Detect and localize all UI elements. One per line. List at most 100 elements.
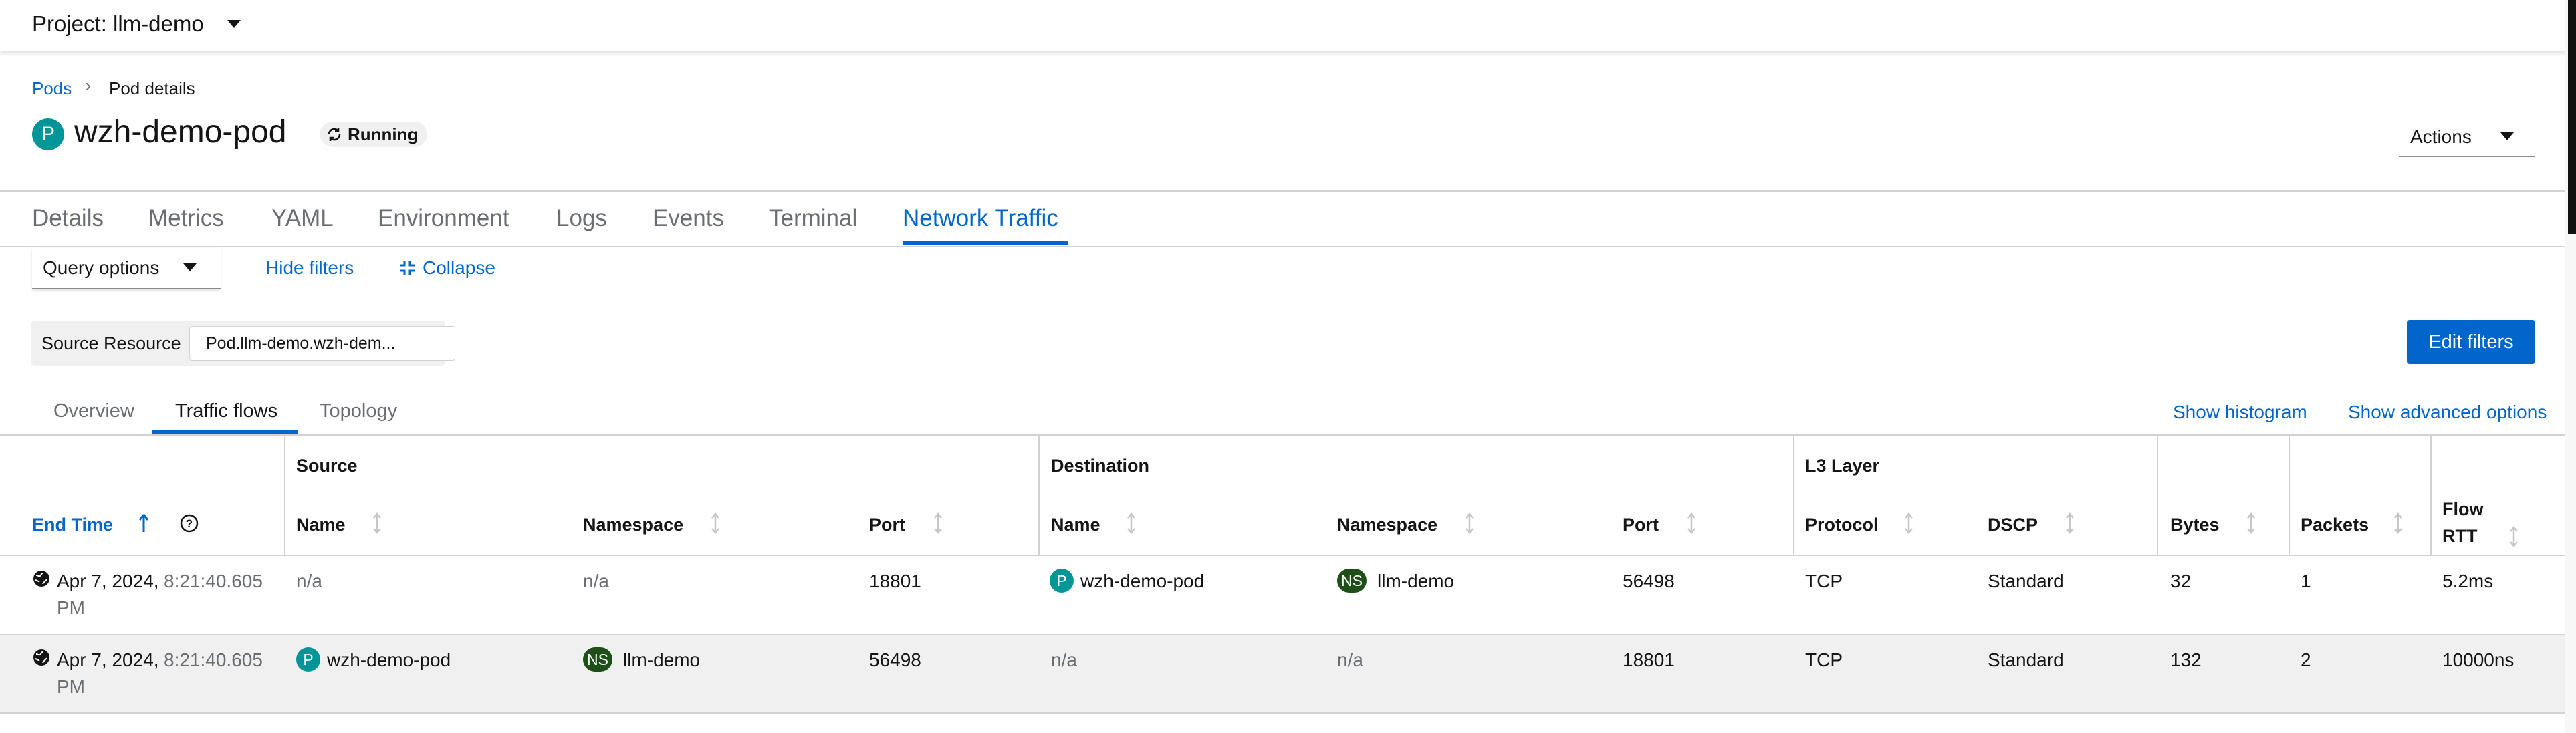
header-divider	[0, 190, 2565, 192]
tab-network-traffic[interactable]: Network Traffic	[903, 205, 1058, 232]
column-header-flow-rtt-line1[interactable]: Flow	[2442, 499, 2484, 520]
breadcrumb-chevron-icon: ›	[85, 75, 92, 96]
sort-icon[interactable]	[2509, 525, 2519, 548]
subtab-topology[interactable]: Topology	[320, 400, 397, 422]
query-options-label: Query options	[43, 257, 160, 278]
tab-terminal[interactable]: Terminal	[769, 205, 857, 232]
cell-end-time-ampm: PM	[57, 676, 85, 697]
globe-icon	[33, 571, 49, 587]
help-icon[interactable]: ?	[179, 513, 199, 533]
sort-icon[interactable]	[711, 512, 720, 535]
edit-filters-label: Edit filters	[2428, 331, 2514, 353]
column-header-flow-rtt-line2[interactable]: RTT	[2442, 526, 2477, 547]
breadcrumb-pods-link[interactable]: Pods	[32, 78, 72, 99]
cell-source-port: 56498	[869, 649, 921, 670]
tab-metrics[interactable]: Metrics	[148, 205, 224, 232]
sort-ascending-icon[interactable]	[138, 512, 150, 535]
cell-source-name: n/a	[296, 571, 322, 591]
pod-resource-badge: P	[32, 118, 64, 150]
table-row[interactable]	[0, 556, 2565, 635]
column-header-packets[interactable]: Packets	[2301, 515, 2369, 535]
pod-badge: P	[296, 647, 320, 672]
actions-label: Actions	[2410, 126, 2472, 147]
tab-details[interactable]: Details	[32, 205, 104, 232]
edit-filters-button[interactable]: Edit filters	[2407, 320, 2535, 364]
project-selector-label[interactable]: Project: llm-demo	[32, 11, 204, 37]
namespace-badge: NS	[583, 647, 612, 672]
breadcrumb-current: Pod details	[109, 78, 195, 98]
cell-destination-namespace: n/a	[1337, 649, 1363, 670]
cell-destination-name[interactable]: wzh-demo-pod	[1080, 571, 1204, 592]
svg-text:?: ?	[186, 517, 193, 530]
cell-destination-port: 56498	[1623, 571, 1675, 591]
column-header-destination-name[interactable]: Name	[1051, 515, 1100, 535]
column-header-source-port[interactable]: Port	[869, 515, 905, 535]
cell-flow-rtt: 10000ns	[2442, 649, 2514, 670]
group-header-source: Source	[296, 456, 358, 476]
sort-icon[interactable]	[1127, 512, 1136, 535]
sort-icon[interactable]	[1687, 512, 1696, 535]
column-header-end-time[interactable]: End Time	[32, 515, 113, 535]
scrollbar-thumb[interactable]	[2568, 0, 2576, 234]
cell-bytes: 32	[2170, 571, 2192, 591]
tab-yaml[interactable]: YAML	[271, 205, 334, 232]
sort-icon[interactable]	[2065, 512, 2075, 535]
source-resource-chip-group: Source Resource Pod.llm-demo.wzh-dem...	[31, 321, 455, 366]
group-header-destination: Destination	[1051, 456, 1150, 476]
namespace-badge: NS	[1337, 569, 1367, 593]
cell-source-name[interactable]: wzh-demo-pod	[327, 649, 451, 671]
compress-icon[interactable]	[398, 259, 416, 277]
tab-logs[interactable]: Logs	[556, 205, 607, 232]
column-header-bytes[interactable]: Bytes	[2170, 515, 2220, 535]
sort-icon[interactable]	[2393, 512, 2403, 535]
column-header-destination-port[interactable]: Port	[1623, 515, 1659, 535]
query-options-dropdown[interactable]: Query options	[32, 248, 221, 289]
cell-destination-port: 18801	[1623, 649, 1675, 670]
sort-icon[interactable]	[2246, 512, 2256, 535]
subtabs-divider	[0, 434, 2565, 436]
source-resource-chip[interactable]: Pod.llm-demo.wzh-dem...	[189, 326, 455, 361]
page-title: wzh-demo-pod	[74, 114, 287, 150]
column-header-destination-namespace[interactable]: Namespace	[1337, 515, 1437, 535]
active-tab-indicator	[903, 241, 1068, 245]
tab-events[interactable]: Events	[653, 205, 724, 232]
status-badge: Running	[320, 122, 428, 147]
column-header-source-namespace[interactable]: Namespace	[583, 515, 683, 535]
cell-bytes: 132	[2170, 649, 2202, 670]
actions-dropdown[interactable]: Actions	[2399, 116, 2535, 157]
sort-icon[interactable]	[1465, 512, 1474, 535]
project-dropdown-caret-icon[interactable]	[227, 20, 241, 28]
cell-protocol: TCP	[1805, 571, 1843, 591]
collapse-link[interactable]: Collapse	[423, 257, 495, 279]
column-header-source-name[interactable]: Name	[296, 515, 346, 535]
column-header-protocol[interactable]: Protocol	[1805, 515, 1879, 535]
active-subtab-indicator	[152, 430, 298, 434]
tabs-divider	[0, 246, 2565, 247]
column-header-dscp[interactable]: DSCP	[1988, 515, 2038, 535]
show-histogram-link[interactable]: Show histogram	[2173, 402, 2307, 423]
status-text: Running	[348, 124, 419, 144]
sort-icon[interactable]	[372, 512, 382, 535]
cell-dscp: Standard	[1988, 571, 2064, 591]
tab-environment[interactable]: Environment	[378, 205, 509, 232]
chip-value: Pod.llm-demo.wzh-dem...	[206, 334, 396, 353]
table-row[interactable]	[0, 635, 2565, 713]
cell-end-time-date: Apr 7, 2024,	[57, 571, 159, 591]
cell-protocol: TCP	[1805, 649, 1843, 670]
show-advanced-options-link[interactable]: Show advanced options	[2348, 402, 2547, 423]
cell-dscp: Standard	[1988, 649, 2064, 670]
cell-end-time-time: 8:21:40.605	[164, 649, 263, 670]
cell-source-namespace: n/a	[583, 571, 609, 591]
globe-icon	[33, 649, 49, 666]
subtab-overview[interactable]: Overview	[53, 400, 134, 422]
sort-icon[interactable]	[933, 512, 943, 535]
subtab-traffic-flows[interactable]: Traffic flows	[175, 400, 277, 422]
sort-icon[interactable]	[1904, 512, 1913, 535]
sync-icon	[328, 128, 341, 141]
cell-destination-namespace[interactable]: llm-demo	[1377, 571, 1454, 592]
hide-filters-link[interactable]: Hide filters	[265, 257, 354, 279]
cell-source-namespace[interactable]: llm-demo	[623, 649, 700, 671]
cell-flow-rtt: 5.2ms	[2442, 571, 2494, 591]
cell-packets: 2	[2301, 649, 2311, 670]
cell-source-port: 18801	[869, 571, 921, 591]
